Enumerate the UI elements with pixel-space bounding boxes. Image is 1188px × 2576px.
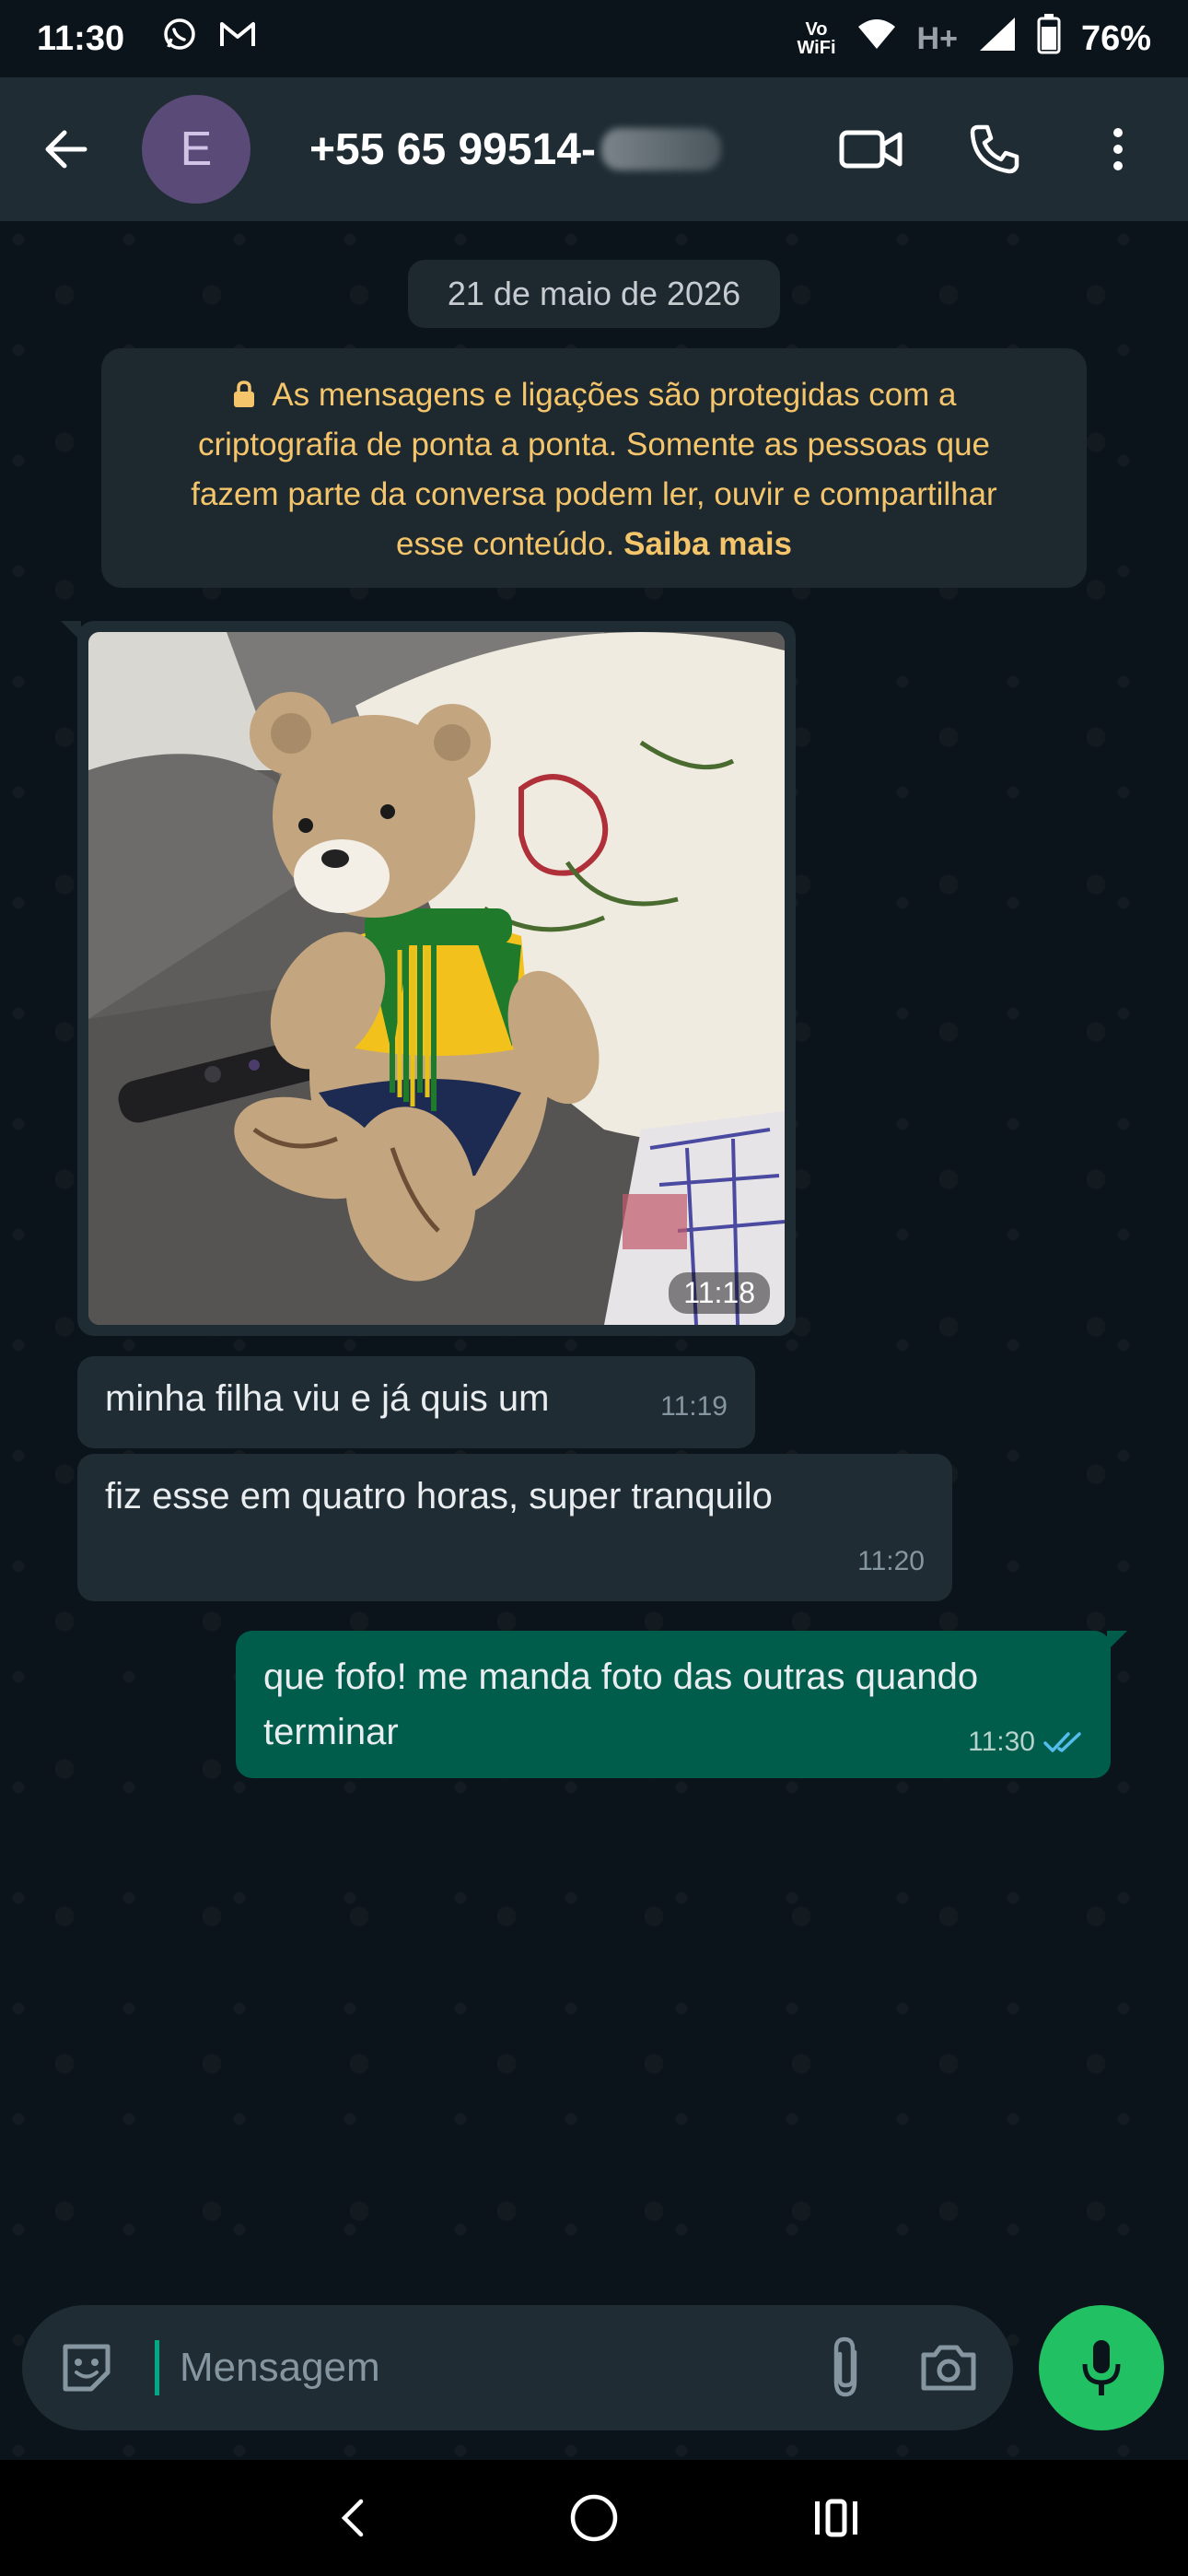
message-composer (22, 2305, 1013, 2430)
more-vert-icon (1113, 128, 1123, 170)
nav-recents-icon (815, 2499, 858, 2537)
date-chip: 21 de maio de 2026 (408, 260, 780, 328)
nav-back-icon (341, 2499, 363, 2537)
status-bar: 11:30 Vo WiFi H+ 76% (0, 0, 1188, 77)
message-time: 11:20 (857, 1546, 925, 1576)
nav-recents-button[interactable] (799, 2481, 873, 2555)
bubble-tail (1107, 1631, 1127, 1651)
camera-button[interactable] (915, 2335, 982, 2401)
vowifi-label: Vo WiFi (797, 19, 836, 58)
message-meta: 11:30 (968, 1727, 1085, 1758)
incoming-message[interactable]: minha filha viu e já quis um 11:19 (77, 1356, 755, 1448)
video-call-icon (839, 130, 903, 169)
image-message-time: 11:18 (669, 1272, 770, 1314)
status-time: 11:30 (37, 18, 125, 58)
outgoing-message[interactable]: que fofo! me manda foto das outras quand… (236, 1631, 1127, 1778)
sticker-button[interactable] (53, 2335, 120, 2401)
image-message[interactable]: 11:18 (61, 621, 796, 1336)
battery-percent: 76% (1080, 18, 1151, 58)
back-button[interactable] (37, 120, 96, 179)
incoming-message[interactable]: fiz esse em quatro horas, super tranquil… (77, 1454, 952, 1601)
learn-more-link[interactable]: Saiba mais (623, 526, 792, 562)
attach-button[interactable] (812, 2335, 879, 2401)
contact-name-redaction (600, 128, 721, 170)
contact-name-text: +55 65 99514- (309, 124, 596, 174)
gmail-icon (218, 18, 257, 59)
nav-home-button[interactable] (557, 2481, 631, 2555)
message-time: 11:19 (660, 1391, 728, 1422)
message-text: que fofo! me manda foto das outras quand… (263, 1657, 979, 1752)
message-text: fiz esse em quatro horas, super tranquil… (105, 1476, 773, 1516)
nav-back-button[interactable] (315, 2481, 389, 2555)
back-arrow-icon (45, 130, 87, 169)
double-check-read-icon (1043, 1732, 1081, 1752)
voice-call-button[interactable] (961, 116, 1028, 182)
avatar[interactable]: E (142, 95, 250, 204)
encryption-notice[interactable]: As mensagens e ligações são protegidas c… (101, 348, 1087, 588)
network-type: H+ (916, 20, 958, 56)
bubble-tail (61, 621, 81, 641)
message-input[interactable] (180, 2345, 775, 2391)
more-options-button[interactable] (1085, 116, 1151, 182)
contact-name[interactable]: +55 65 99514- (309, 124, 721, 175)
chat-area[interactable]: 21 de maio de 2026 As mensagens e ligaçõ… (0, 221, 1188, 2460)
encryption-notice-text: As mensagens e ligações são protegidas c… (191, 377, 997, 562)
mic-icon (1082, 2340, 1121, 2395)
nav-home-icon (570, 2494, 618, 2542)
voice-message-button[interactable] (1039, 2305, 1164, 2430)
chat-header: E +55 65 99514- (0, 77, 1188, 221)
whatsapp-icon (161, 16, 198, 62)
message-text: minha filha viu e já quis um (105, 1378, 550, 1419)
phone-icon (970, 124, 1019, 174)
camera-icon (921, 2345, 976, 2391)
battery-icon (1037, 14, 1061, 64)
text-caret (155, 2340, 159, 2395)
wifi-icon (856, 18, 897, 60)
video-call-button[interactable] (838, 116, 904, 182)
system-navigation-bar (0, 2460, 1188, 2576)
attach-icon (833, 2336, 857, 2397)
teddy-bear-image (88, 632, 785, 1325)
message-time: 11:30 (968, 1727, 1035, 1757)
signal-icon (978, 16, 1017, 62)
lock-icon (233, 381, 254, 407)
sticker-icon (63, 2344, 111, 2392)
teddy-bear-photo[interactable]: 11:18 (88, 632, 785, 1325)
